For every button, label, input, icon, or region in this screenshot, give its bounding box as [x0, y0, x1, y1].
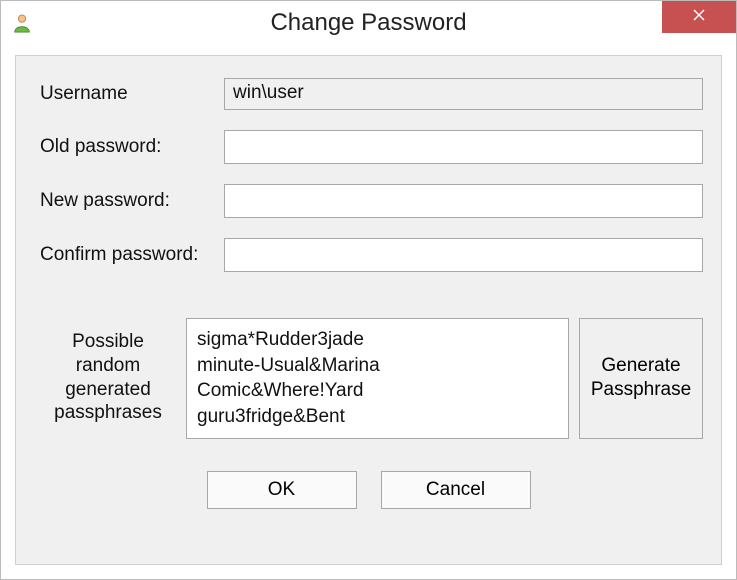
new-password-input[interactable]	[224, 184, 703, 218]
passphrase-label-line: random	[34, 354, 182, 378]
confirm-password-label: Confirm password:	[34, 244, 224, 266]
passphrase-item: minute-Usual&Marina	[197, 355, 380, 376]
generate-btn-line: Generate	[591, 354, 691, 379]
generate-btn-line: Passphrase	[591, 378, 691, 403]
old-password-row: Old password:	[34, 130, 703, 164]
old-password-input[interactable]	[224, 130, 703, 164]
passphrase-label: Possible random generated passphrases	[34, 318, 182, 439]
generate-passphrase-button[interactable]: Generate Passphrase	[579, 318, 703, 439]
change-password-window: Change Password Username win\user Old pa…	[0, 0, 737, 580]
ok-button[interactable]: OK	[207, 471, 357, 509]
username-label: Username	[34, 83, 224, 105]
close-icon	[692, 8, 706, 27]
passphrase-label-line: generated	[34, 378, 182, 402]
old-password-label: Old password:	[34, 136, 224, 158]
confirm-password-row: Confirm password:	[34, 238, 703, 272]
titlebar: Change Password	[1, 1, 736, 45]
passphrase-item: guru3fridge&Bent	[197, 406, 345, 427]
close-button[interactable]	[662, 1, 736, 33]
username-field: win\user	[224, 78, 703, 110]
passphrase-section: Possible random generated passphrases si…	[34, 318, 703, 439]
passphrase-label-line: Possible	[34, 330, 182, 354]
new-password-label: New password:	[34, 190, 224, 212]
passphrase-item: Comic&Where!Yard	[197, 380, 363, 401]
passphrase-list: sigma*Rudder3jade minute-Usual&Marina Co…	[186, 318, 569, 439]
dialog-button-row: OK Cancel	[34, 471, 703, 509]
confirm-password-input[interactable]	[224, 238, 703, 272]
new-password-row: New password:	[34, 184, 703, 218]
username-row: Username win\user	[34, 78, 703, 110]
user-icon	[11, 12, 33, 34]
passphrase-label-line: passphrases	[34, 401, 182, 425]
passphrase-item: sigma*Rudder3jade	[197, 329, 364, 350]
content-panel: Username win\user Old password: New pass…	[15, 55, 722, 565]
window-title: Change Password	[1, 9, 736, 37]
cancel-button[interactable]: Cancel	[381, 471, 531, 509]
